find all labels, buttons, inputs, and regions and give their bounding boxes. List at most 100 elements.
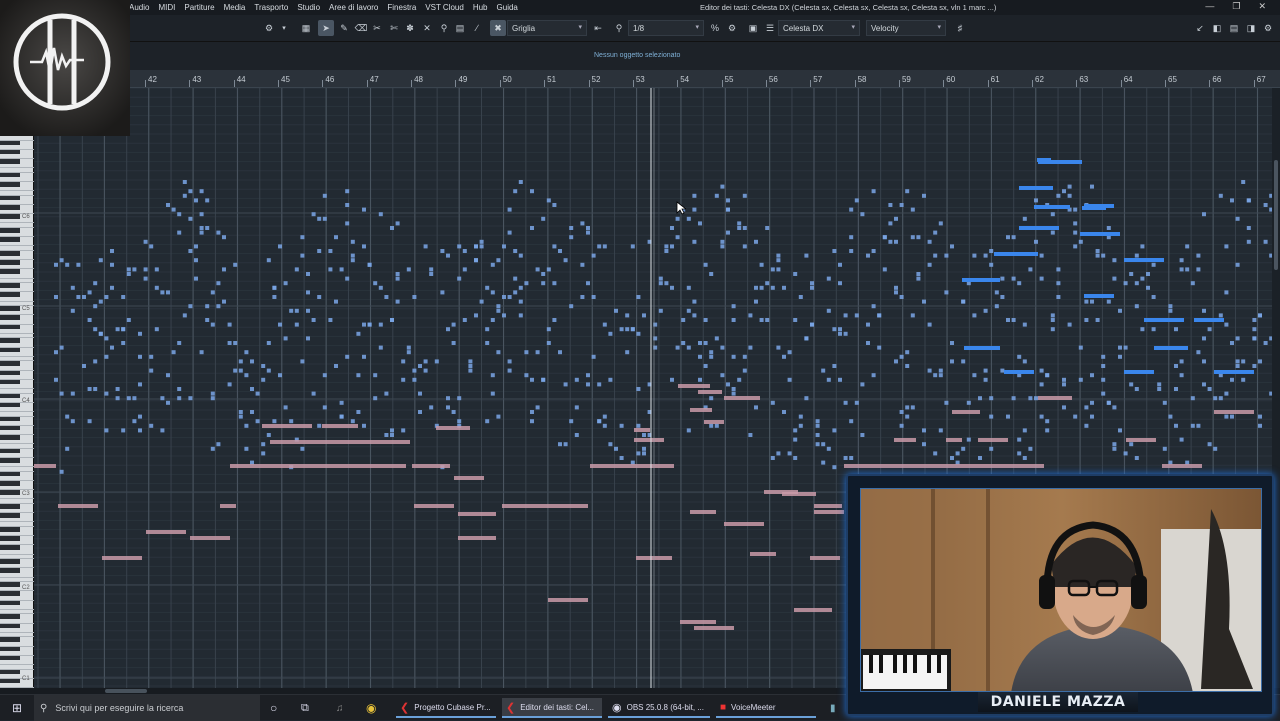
midi-note[interactable] bbox=[496, 304, 501, 309]
midi-note[interactable] bbox=[462, 318, 467, 322]
acoustic-feedback-icon[interactable]: ▣ bbox=[745, 20, 761, 36]
midi-note[interactable] bbox=[1258, 359, 1262, 364]
midi-note[interactable] bbox=[798, 295, 803, 299]
midi-note[interactable] bbox=[401, 377, 406, 382]
midi-note[interactable] bbox=[446, 253, 450, 258]
midi-note[interactable] bbox=[496, 258, 501, 263]
midi-note[interactable] bbox=[490, 391, 495, 396]
midi-note[interactable] bbox=[737, 221, 742, 226]
midi-note[interactable] bbox=[436, 426, 470, 430]
midi-note[interactable] bbox=[513, 189, 518, 194]
midi-note[interactable] bbox=[390, 226, 394, 230]
midi-note[interactable] bbox=[518, 285, 523, 290]
midi-note[interactable] bbox=[446, 396, 450, 401]
midi-note[interactable] bbox=[440, 290, 445, 295]
taskbar-search[interactable]: ⚲ Scrivi qui per eseguire la ricerca bbox=[34, 695, 260, 721]
midi-note[interactable] bbox=[171, 350, 176, 355]
midi-note[interactable] bbox=[944, 400, 949, 405]
midi-note[interactable] bbox=[356, 331, 361, 336]
midi-note[interactable] bbox=[54, 295, 58, 299]
midi-note[interactable] bbox=[524, 281, 529, 286]
midi-note[interactable] bbox=[294, 322, 299, 327]
midi-note[interactable] bbox=[262, 424, 312, 428]
midi-note[interactable] bbox=[815, 433, 820, 437]
midi-note[interactable] bbox=[1090, 299, 1094, 304]
midi-note[interactable] bbox=[726, 382, 730, 387]
midi-note[interactable] bbox=[961, 446, 966, 451]
midi-note[interactable] bbox=[698, 390, 722, 394]
midi-note[interactable] bbox=[826, 446, 831, 451]
midi-note[interactable] bbox=[1101, 354, 1106, 359]
midi-note[interactable] bbox=[1168, 414, 1173, 419]
midi-note[interactable] bbox=[278, 322, 282, 327]
midi-note[interactable] bbox=[698, 221, 702, 226]
midi-note[interactable] bbox=[457, 244, 462, 249]
midi-note[interactable] bbox=[367, 262, 372, 267]
midi-note[interactable] bbox=[690, 408, 712, 412]
midi-note[interactable] bbox=[815, 423, 820, 428]
midi-note[interactable] bbox=[1134, 281, 1139, 286]
midi-note[interactable] bbox=[882, 235, 887, 240]
midi-note[interactable] bbox=[1129, 272, 1134, 276]
midi-note[interactable] bbox=[1073, 244, 1078, 249]
midi-note[interactable] bbox=[630, 244, 635, 249]
midi-note[interactable] bbox=[597, 382, 602, 387]
midi-note[interactable] bbox=[698, 377, 702, 382]
pinned-app-icon[interactable]: ▮ bbox=[830, 698, 840, 718]
midi-note[interactable] bbox=[591, 253, 596, 258]
midi-note[interactable] bbox=[938, 373, 943, 378]
midi-note[interactable] bbox=[754, 299, 758, 304]
midi-note[interactable] bbox=[412, 377, 417, 382]
midi-note[interactable] bbox=[65, 446, 70, 451]
quantize-select[interactable]: 1/8 ▾ bbox=[628, 20, 704, 36]
midi-note[interactable] bbox=[502, 313, 506, 318]
midi-note[interactable] bbox=[110, 345, 114, 350]
snap-to-zero-icon[interactable]: ⇤ bbox=[590, 20, 606, 36]
midi-note[interactable] bbox=[1073, 221, 1078, 226]
midi-note[interactable] bbox=[950, 456, 954, 460]
midi-note[interactable] bbox=[423, 359, 428, 364]
midi-note[interactable] bbox=[678, 384, 710, 388]
midi-note[interactable] bbox=[994, 252, 1038, 256]
midi-note[interactable] bbox=[574, 433, 579, 437]
menu-guida[interactable]: Guida bbox=[497, 3, 518, 12]
midi-note[interactable] bbox=[356, 373, 361, 378]
midi-note[interactable] bbox=[317, 295, 322, 299]
zoom-tool-icon[interactable]: ⚲ bbox=[436, 20, 452, 36]
midi-note[interactable] bbox=[177, 387, 182, 391]
midi-note[interactable] bbox=[1213, 396, 1218, 401]
midi-note[interactable] bbox=[418, 391, 422, 396]
midi-note[interactable] bbox=[950, 359, 954, 364]
midi-note[interactable] bbox=[742, 368, 747, 373]
midi-note[interactable] bbox=[1078, 239, 1083, 244]
midi-note[interactable] bbox=[440, 249, 445, 253]
midi-note[interactable] bbox=[938, 368, 943, 373]
midi-note[interactable] bbox=[182, 180, 187, 184]
menu-studio[interactable]: Studio bbox=[297, 3, 320, 12]
menu-audio[interactable]: Audio bbox=[129, 3, 149, 12]
midi-note[interactable] bbox=[952, 410, 980, 414]
midi-note[interactable] bbox=[1090, 414, 1094, 419]
midi-note[interactable] bbox=[485, 327, 490, 332]
midi-note[interactable] bbox=[468, 364, 473, 368]
midi-note[interactable] bbox=[922, 193, 926, 198]
midi-note[interactable] bbox=[210, 446, 215, 451]
midi-note[interactable] bbox=[1196, 423, 1201, 428]
midi-note[interactable] bbox=[1134, 304, 1139, 309]
midi-note[interactable] bbox=[591, 354, 596, 359]
midi-note[interactable] bbox=[490, 318, 495, 322]
midi-note[interactable] bbox=[574, 377, 579, 382]
midi-note[interactable] bbox=[222, 267, 226, 272]
midi-note[interactable] bbox=[709, 350, 714, 355]
midi-note[interactable] bbox=[1017, 451, 1022, 456]
midi-note[interactable] bbox=[244, 446, 249, 451]
midi-note[interactable] bbox=[1241, 359, 1246, 364]
midi-note[interactable] bbox=[608, 331, 613, 336]
settings-icon[interactable]: ⚙ bbox=[1260, 20, 1276, 36]
midi-note[interactable] bbox=[1112, 258, 1117, 263]
midi-note[interactable] bbox=[1224, 244, 1229, 249]
midi-note[interactable] bbox=[1084, 318, 1089, 322]
midi-note[interactable] bbox=[966, 400, 971, 405]
midi-note[interactable] bbox=[978, 456, 982, 460]
midi-note[interactable] bbox=[98, 299, 103, 304]
